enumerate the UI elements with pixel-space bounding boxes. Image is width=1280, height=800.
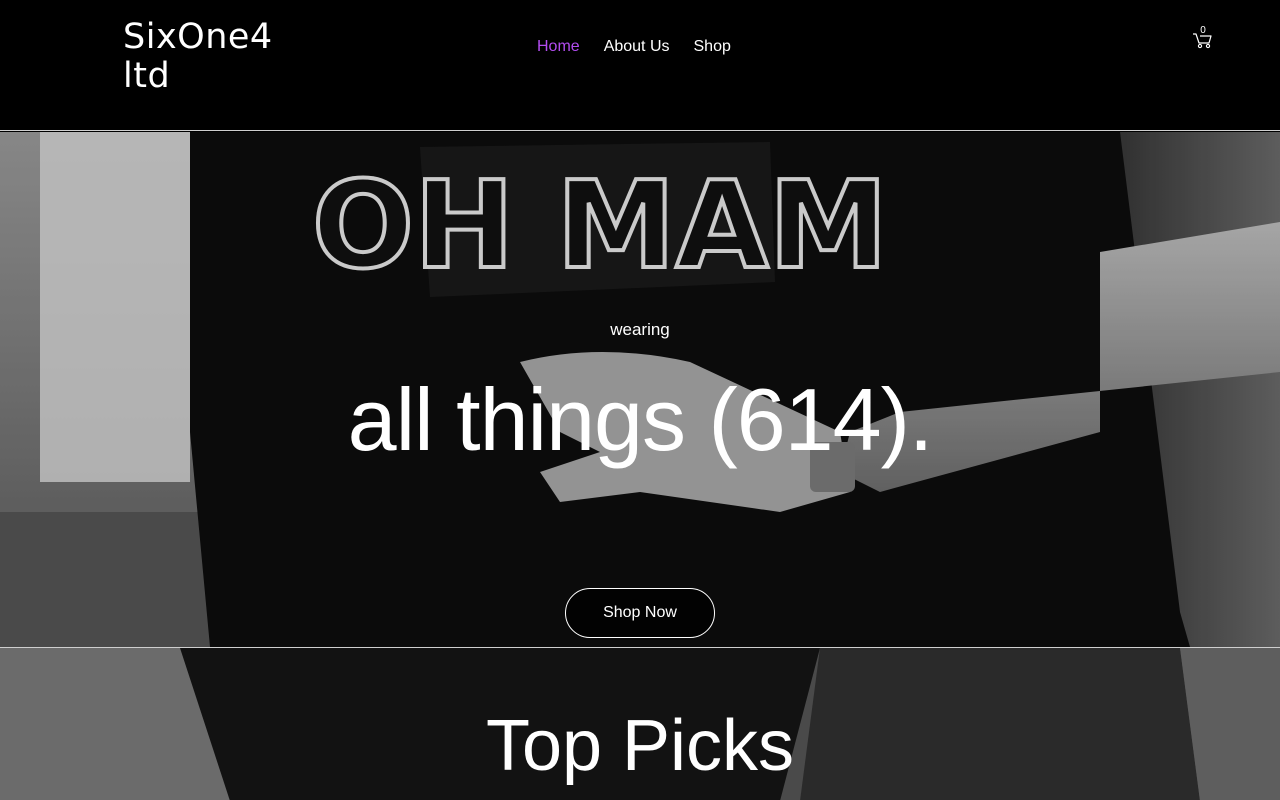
hero-eyebrow-text: wearing bbox=[610, 320, 670, 339]
main-nav: Home About Us Shop bbox=[525, 37, 743, 57]
cart-button[interactable]: 0 bbox=[1190, 24, 1216, 50]
hero-banner: OH MAM wearing all things (614). Shop No… bbox=[0, 132, 1280, 647]
nav-item-home[interactable]: Home bbox=[525, 37, 592, 57]
site-header: SixOne4 ltd Home About Us Shop 0 bbox=[0, 0, 1280, 131]
site-logo[interactable]: SixOne4 ltd bbox=[123, 18, 293, 96]
top-picks-section: Top Picks bbox=[0, 647, 1280, 800]
shop-now-button[interactable]: Shop Now bbox=[565, 588, 715, 638]
hero-headline: all things (614). bbox=[347, 370, 934, 469]
nav-item-shop[interactable]: Shop bbox=[682, 37, 743, 57]
nav-item-about-us[interactable]: About Us bbox=[592, 37, 682, 57]
cart-count-badge: 0 bbox=[1200, 25, 1206, 36]
top-picks-title: Top Picks bbox=[485, 706, 795, 786]
